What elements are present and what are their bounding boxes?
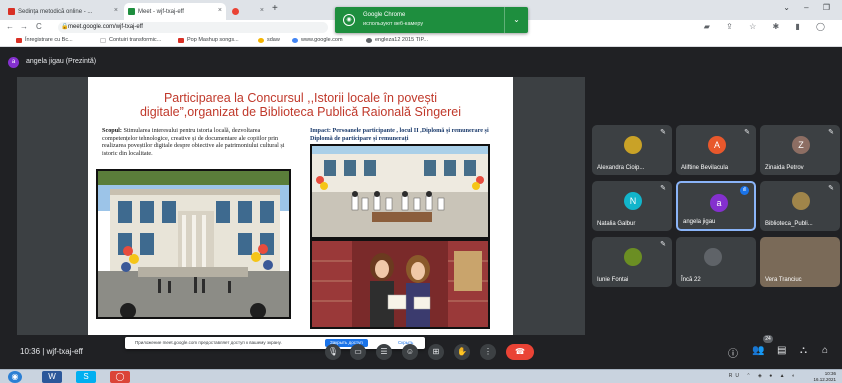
- close-icon[interactable]: ×: [218, 7, 222, 14]
- globe-icon: [366, 38, 372, 43]
- chevron-down-icon[interactable]: ⌄: [504, 7, 528, 33]
- camera-button[interactable]: ▭: [350, 344, 366, 360]
- diploma-photo: [310, 239, 490, 329]
- bookmark-item[interactable]: engleza12 2015 TIP...: [366, 37, 428, 43]
- slide-impact-text: Impact: Persoanele participante , locul …: [310, 127, 489, 142]
- youtube-icon: [178, 38, 184, 43]
- system-tray[interactable]: RU ⌃ ◈ ● ▲ ◐: [729, 373, 798, 379]
- bookmarks-bar: Înregistrare cu Bc... Contuiri transform…: [0, 35, 842, 47]
- people-icon[interactable]: 👥: [752, 345, 764, 356]
- speaking-icon: ıll: [740, 186, 749, 195]
- mic-button[interactable]: 🎙: [325, 344, 341, 360]
- raise-hand-button[interactable]: ✋: [454, 344, 470, 360]
- tab-third[interactable]: ×: [228, 3, 268, 20]
- avatar: a: [710, 194, 728, 212]
- participant-photo: [792, 192, 810, 210]
- school-building-photo: [96, 169, 291, 319]
- google-icon: [292, 38, 298, 43]
- forward-button[interactable]: →: [20, 22, 28, 31]
- avatar-stack: [704, 248, 722, 266]
- mic-off-icon: ✎: [660, 129, 666, 136]
- mic-off-icon: ✎: [660, 241, 666, 248]
- reload-button[interactable]: C: [36, 22, 42, 31]
- participant-tile[interactable]: Vera Tranciuc: [760, 237, 840, 287]
- activities-icon[interactable]: ⛬: [800, 345, 807, 356]
- url-input[interactable]: 🔒 meet.google.com/wjf-txaj-eff: [58, 22, 328, 33]
- bookmark-icon: [16, 38, 22, 43]
- event-photo: [310, 144, 490, 239]
- meet-control-bar: 10:36 | wjf-txaj-eff 🎙 ▭ ☰ ☺ ⊞ ✋ ⋮ ☎ ⓘ 👥…: [0, 335, 842, 369]
- present-button[interactable]: ⊞: [428, 344, 444, 360]
- participant-tile[interactable]: ✎ N Natalia Galbur: [592, 181, 672, 231]
- lock-icon: 🔒: [61, 24, 69, 30]
- participant-tile[interactable]: ✎ Alexandra Cioip...: [592, 125, 672, 175]
- slide-title: Participarea la Concursul ,,Istorii loca…: [139, 91, 462, 119]
- mic-off-icon: ✎: [744, 129, 750, 136]
- participant-tile[interactable]: ✎ Biblioteca_Publi...: [760, 181, 840, 231]
- more-participants-tile[interactable]: Încă 22: [676, 237, 756, 287]
- windows-taskbar: ◉ W S ◯ RU ⌃ ◈ ● ▲ ◐ 10:36 16.12.2021: [0, 369, 842, 383]
- tab-meet[interactable]: Meet - wjf-txaj-eff ×: [124, 3, 226, 20]
- participant-tile[interactable]: ✎ A Aliftine Bevilacula: [676, 125, 756, 175]
- mic-off-icon: ✎: [828, 185, 834, 192]
- close-icon[interactable]: ×: [114, 7, 118, 14]
- presenter-label: a angela jigau (Prezintă): [8, 55, 96, 69]
- meet-icon: [128, 8, 135, 15]
- window-controls[interactable]: ⌄ – ❐: [783, 3, 836, 12]
- meeting-time: 10:36 | wjf-txaj-eff: [20, 347, 83, 356]
- participant-photo: [624, 248, 642, 266]
- mic-off-icon: ✎: [660, 185, 666, 192]
- chat-icon[interactable]: ▤: [777, 345, 786, 356]
- participant-tile-speaking[interactable]: ıll a angela jigau: [676, 181, 756, 231]
- meet-area: a angela jigau (Prezintă) Participarea l…: [0, 47, 842, 369]
- participant-tile[interactable]: ✎ Z Zinaida Petrov: [760, 125, 840, 175]
- shared-slide: Participarea la Concursul ,,Istorii loca…: [88, 77, 513, 335]
- bookmark-item[interactable]: sdaw: [258, 37, 280, 43]
- start-button[interactable]: ◉: [8, 371, 22, 383]
- tab-sedinta[interactable]: Sedința metodică online - ... ×: [4, 3, 122, 20]
- lock-icon[interactable]: ⌂: [822, 345, 828, 356]
- toolbar-icons[interactable]: ▰ ⇪ ☆ ✱ ▮ ◯: [704, 22, 832, 31]
- avatar: N: [624, 192, 642, 210]
- chrome-app-icon[interactable]: ◯: [110, 371, 130, 383]
- bookmark-icon: [100, 38, 106, 43]
- camera-icon: ◉: [343, 14, 355, 26]
- bookmark-item[interactable]: Înregistrare cu Bc...: [16, 37, 73, 43]
- new-tab-button[interactable]: +: [272, 3, 278, 14]
- more-options-button[interactable]: ⋮: [480, 344, 496, 360]
- bookmark-icon: [258, 38, 264, 43]
- mic-off-icon: ✎: [828, 129, 834, 136]
- participant-photo: [624, 136, 642, 154]
- bookmark-item[interactable]: Pop Mashup songs...: [178, 37, 239, 43]
- avatar: a: [8, 57, 19, 68]
- word-app-icon[interactable]: W: [42, 371, 62, 383]
- skype-app-icon[interactable]: S: [76, 371, 96, 383]
- bookmark-item[interactable]: www.google.com: [292, 37, 343, 43]
- bookmark-item[interactable]: Contuiri transformic...: [100, 37, 161, 43]
- back-button[interactable]: ←: [6, 22, 14, 31]
- participants-count-badge: 24: [763, 335, 773, 343]
- close-icon[interactable]: ×: [260, 7, 264, 14]
- presentation-stage: Participarea la Concursul ,,Istorii loca…: [17, 77, 585, 349]
- info-icon[interactable]: ⓘ: [728, 345, 738, 360]
- slide-scop-text: Scopul: Stimularea interesului pentru is…: [102, 127, 285, 157]
- captions-button[interactable]: ☰: [376, 344, 392, 360]
- emoji-button[interactable]: ☺: [402, 344, 418, 360]
- participant-tile[interactable]: ✎ Iunie Fontai: [592, 237, 672, 287]
- avatar: Z: [792, 136, 810, 154]
- taskbar-clock[interactable]: 10:36 16.12.2021: [813, 371, 836, 383]
- gmail-icon: [8, 8, 15, 15]
- recording-icon: [232, 8, 239, 15]
- end-call-button[interactable]: ☎: [506, 344, 534, 360]
- screen: Sedința metodică online - ... × Meet - w…: [0, 0, 842, 383]
- chrome-camera-notification[interactable]: ◉ Google Chrome используют веб-камеру ⌄: [335, 7, 528, 33]
- avatar: A: [708, 136, 726, 154]
